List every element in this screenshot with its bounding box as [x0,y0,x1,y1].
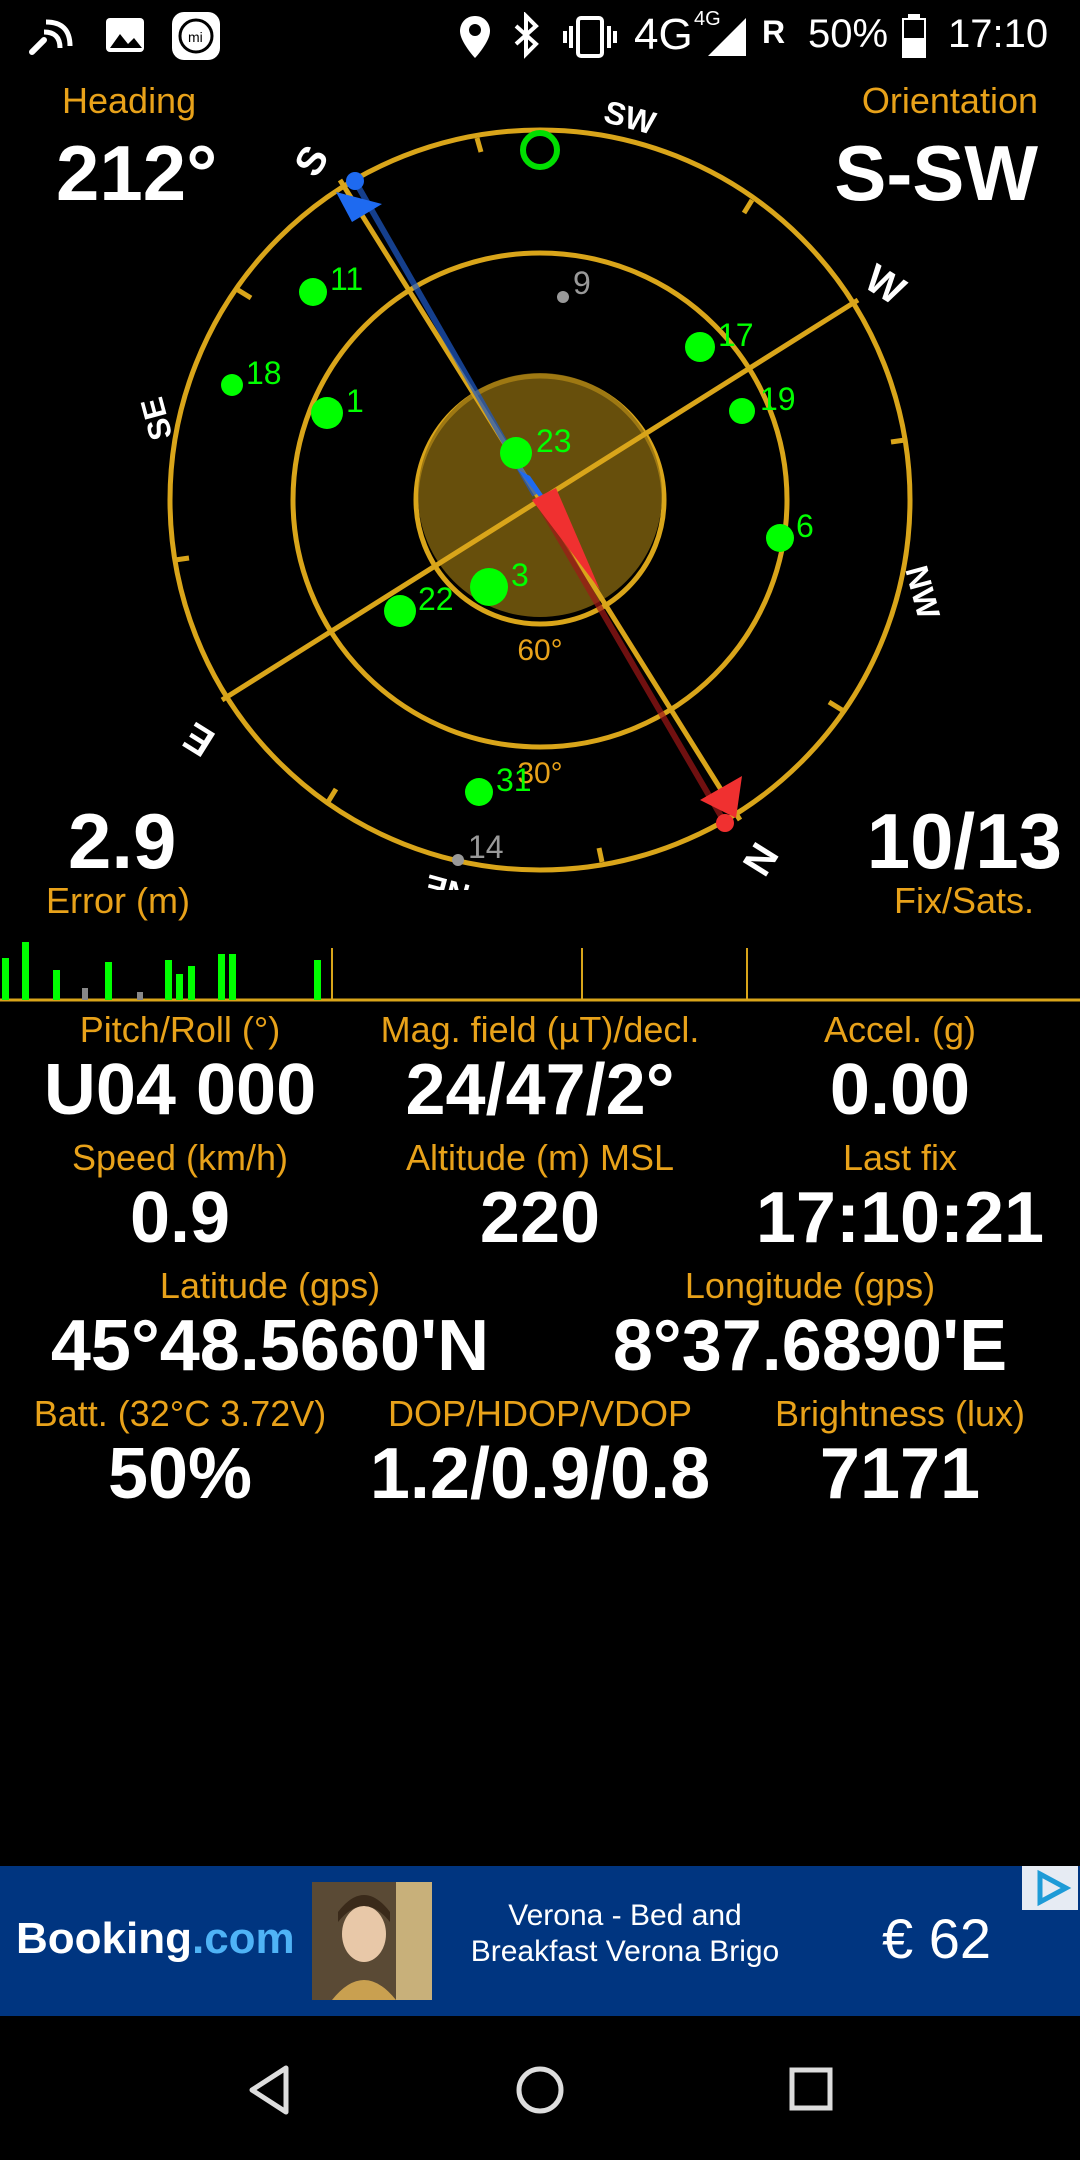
svg-text:1: 1 [346,383,364,419]
battery-label: Batt. (32°C 3.72V) [33,1393,327,1434]
satellite-17[interactable]: 17 [685,317,754,362]
satellite-31[interactable]: 31 [465,762,532,806]
satellite-9[interactable]: 9 [557,265,591,303]
image-icon [106,18,144,52]
svg-text:19: 19 [760,381,796,417]
mi-app-icon: mi [172,12,220,60]
svg-text:6: 6 [796,508,814,544]
svg-text:22: 22 [418,581,454,617]
ad-banner[interactable]: Booking.com Verona - Bed and Breakfast V… [0,1866,1080,2016]
speed-label: Speed (km/h) [71,1137,289,1178]
satellite-18[interactable]: 18 [221,355,282,396]
svg-text:14: 14 [468,829,504,865]
compass-skyplot[interactable]: S SW W NW N NE E SE 60° 30° 11 9 18 1 17… [0,80,1080,890]
signal-waves-icon [29,19,73,55]
roaming-indicator: R [762,14,786,50]
altitude-cell: Altitude (m) MSL 220 [360,1137,720,1259]
cell-signal-icon [708,18,746,56]
satellite-22[interactable]: 22 [384,581,454,627]
south-point [346,172,364,190]
signal-strength-bars [0,942,1080,1002]
speed-cell: Speed (km/h) 0.9 [0,1137,360,1259]
mag-field-value: 24/47/2° [405,1050,675,1130]
battery-percent: 50% [808,12,889,56]
pitch-roll-value: U04 000 [43,1050,317,1130]
satellite-6[interactable]: 6 [766,508,814,552]
svg-text:17: 17 [718,317,754,353]
clock: 17:10 [948,12,1049,56]
altitude-label: Altitude (m) MSL [405,1137,675,1178]
battery-value: 50% [107,1434,253,1514]
latitude-value: 45°48.5660'N [50,1306,490,1386]
booking-logo: Booking.com [16,1914,295,1964]
satellite-19[interactable]: 19 [729,381,796,424]
last-fix-label: Last fix [842,1137,958,1178]
sun-marker-icon [520,130,560,170]
svg-text:18: 18 [246,355,282,391]
accel-cell: Accel. (g) 0.00 [720,1009,1080,1131]
svg-text:31: 31 [496,762,532,798]
svg-text:23: 23 [536,423,572,459]
ad-line-1: Verona - Bed and [508,1899,742,1932]
navigation-bar [0,2016,1080,2160]
latitude-cell: Latitude (gps) 45°48.5660'N [0,1265,540,1387]
network-type: 4G [634,10,693,59]
svg-text:mi: mi [188,29,203,45]
accel-label: Accel. (g) [823,1009,977,1050]
cardinal-n: N [734,835,787,883]
latitude-label: Latitude (gps) [159,1265,381,1306]
pitch-roll-label: Pitch/Roll (°) [79,1009,281,1050]
last-fix-cell: Last fix 17:10:21 [720,1137,1080,1259]
north-point [716,814,734,832]
booking-logo-suffix: .com [191,1914,295,1963]
back-icon[interactable] [246,2064,294,2116]
bluetooth-icon [514,12,539,59]
brightness-label: Brightness (lux) [774,1393,1026,1434]
booking-logo-main: Booking [16,1914,192,1963]
battery-icon [902,14,926,58]
cardinal-se: SE [133,394,179,445]
adchoices-icon[interactable] [1022,1866,1078,1910]
dop-label: DOP/HDOP/VDOP [387,1393,693,1434]
cardinal-e: E [176,713,222,764]
longitude-value: 8°37.6890'E [612,1306,1008,1386]
status-bar: mi 4G 4G R 50% 17:10 [0,0,1080,72]
cardinal-w: W [857,256,913,313]
cardinal-s: S [286,138,337,184]
satellite-14[interactable]: 14 [452,829,504,866]
last-fix-value: 17:10:21 [755,1178,1045,1258]
svg-text:9: 9 [573,265,591,301]
dop-cell: DOP/HDOP/VDOP 1.2/0.9/0.8 [360,1393,720,1515]
svg-text:3: 3 [511,557,529,593]
brightness-value: 7171 [819,1434,981,1514]
ad-description: Verona - Bed and Breakfast Verona Brigo [450,1898,800,1970]
longitude-cell: Longitude (gps) 8°37.6890'E [540,1265,1080,1387]
speed-value: 0.9 [129,1178,231,1258]
satellite-11[interactable]: 11 [299,261,363,306]
altitude-value: 220 [479,1178,601,1258]
ad-price: € 62 [882,1907,991,1970]
longitude-label: Longitude (gps) [684,1265,936,1306]
accel-value: 0.00 [829,1050,971,1130]
location-icon [460,16,490,58]
recents-icon[interactable] [788,2066,834,2112]
cardinal-ne: NE [421,867,473,890]
svg-text:11: 11 [330,261,363,297]
pitch-roll-cell: Pitch/Roll (°) U04 000 [0,1009,360,1131]
dop-value: 1.2/0.9/0.8 [369,1434,711,1514]
brightness-cell: Brightness (lux) 7171 [720,1393,1080,1515]
elevation-label-60: 60° [517,634,562,667]
home-icon[interactable] [514,2064,566,2116]
cardinal-nw: NW [898,562,947,624]
battery-cell: Batt. (32°C 3.72V) 50% [0,1393,360,1515]
mag-field-label: Mag. field (µT)/decl. [380,1009,700,1050]
ad-line-2: Breakfast Verona Brigo [470,1935,780,1968]
ad-hotel-image [312,1882,432,2000]
vibrate-icon [563,16,617,58]
mag-field-cell: Mag. field (µT)/decl. 24/47/2° [360,1009,720,1131]
